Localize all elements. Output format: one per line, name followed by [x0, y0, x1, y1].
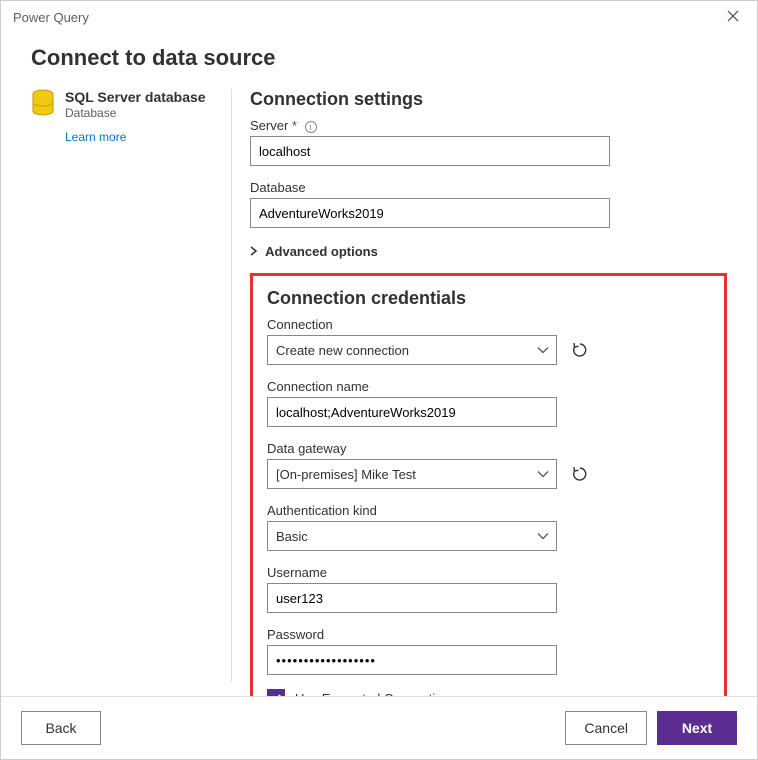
settings-heading: Connection settings [250, 89, 727, 110]
refresh-connection-button[interactable] [567, 337, 593, 363]
gateway-select[interactable]: [On-premises] Mike Test [267, 459, 557, 489]
username-input[interactable] [267, 583, 557, 613]
connection-label: Connection [267, 317, 706, 332]
form-panel: Connection settings Server i Database Ad… [250, 89, 727, 696]
page-title: Connect to data source [1, 31, 757, 89]
chevron-down-icon [537, 467, 549, 482]
credentials-heading: Connection credentials [267, 288, 706, 309]
vertical-divider [231, 89, 232, 682]
connection-name-label: Connection name [267, 379, 706, 394]
cancel-button[interactable]: Cancel [565, 711, 647, 745]
database-label: Database [250, 180, 727, 195]
auth-kind-select[interactable]: Basic [267, 521, 557, 551]
password-input[interactable] [267, 645, 557, 675]
chevron-down-icon [537, 343, 549, 358]
next-button[interactable]: Next [657, 711, 737, 745]
server-label: Server i [250, 118, 727, 133]
gateway-label: Data gateway [267, 441, 706, 456]
refresh-gateway-button[interactable] [567, 461, 593, 487]
titlebar: Power Query [1, 1, 757, 31]
advanced-options-toggle[interactable]: Advanced options [250, 244, 727, 259]
encrypted-checkbox[interactable] [267, 689, 285, 696]
dialog-footer: Back Cancel Next [1, 696, 757, 759]
server-input[interactable] [250, 136, 610, 166]
connection-select[interactable]: Create new connection [267, 335, 557, 365]
back-button[interactable]: Back [21, 711, 101, 745]
source-panel: SQL Server database Database Learn more [31, 89, 231, 696]
learn-more-link[interactable]: Learn more [65, 130, 206, 144]
info-icon[interactable]: i [305, 121, 317, 133]
password-label: Password [267, 627, 706, 642]
auth-kind-label: Authentication kind [267, 503, 706, 518]
database-icon [31, 89, 55, 117]
source-category: Database [65, 106, 206, 120]
close-icon[interactable] [721, 7, 745, 27]
dialog-window: Power Query Connect to data source SQL S… [0, 0, 758, 760]
credentials-section: Connection credentials Connection Create… [250, 273, 727, 696]
source-name: SQL Server database [65, 89, 206, 105]
database-input[interactable] [250, 198, 610, 228]
connection-name-input[interactable] [267, 397, 557, 427]
chevron-down-icon [537, 529, 549, 544]
chevron-right-icon [250, 245, 258, 259]
content-area: SQL Server database Database Learn more … [1, 89, 757, 696]
window-title: Power Query [13, 10, 89, 25]
username-label: Username [267, 565, 706, 580]
